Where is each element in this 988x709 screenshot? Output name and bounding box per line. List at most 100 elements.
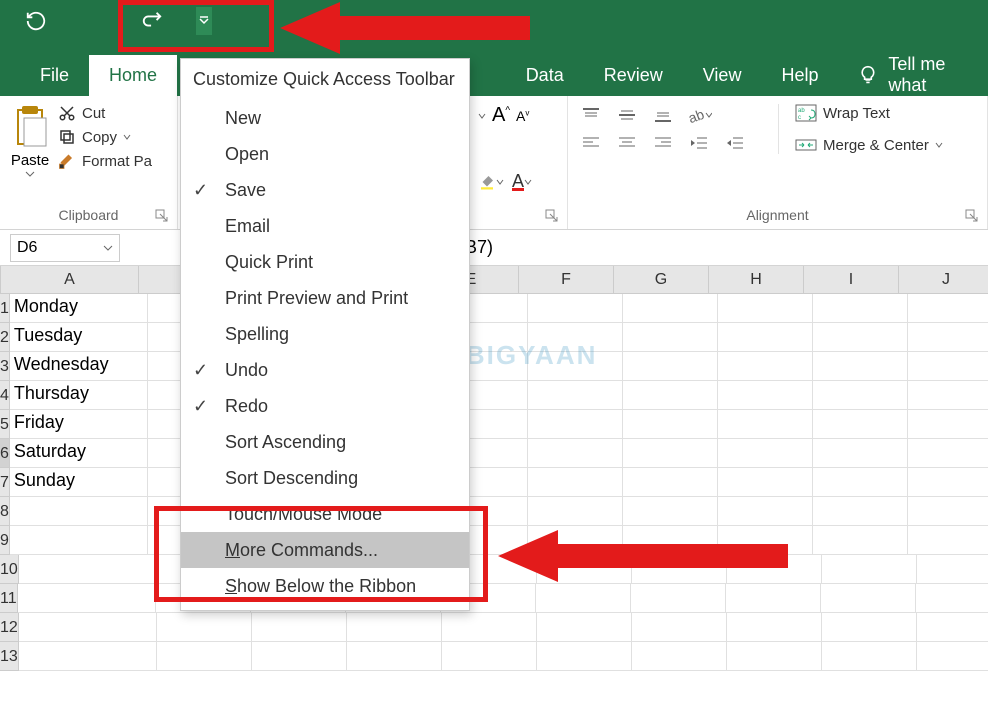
- dialog-launcher-icon[interactable]: [965, 209, 979, 223]
- name-box[interactable]: D6: [10, 234, 120, 262]
- tab-help[interactable]: Help: [761, 55, 838, 96]
- format-painter-button[interactable]: Format Pa: [58, 152, 152, 170]
- menu-item[interactable]: Open: [181, 136, 469, 172]
- cell[interactable]: [813, 439, 908, 468]
- row-header[interactable]: 4: [0, 381, 10, 410]
- menu-item[interactable]: New: [181, 100, 469, 136]
- cell[interactable]: [623, 468, 718, 497]
- menu-item[interactable]: Sort Descending: [181, 460, 469, 496]
- cell[interactable]: [908, 352, 988, 381]
- cell[interactable]: [718, 294, 813, 323]
- merge-center-button[interactable]: Merge & Center: [795, 136, 943, 154]
- cell[interactable]: [528, 410, 623, 439]
- cell[interactable]: [908, 381, 988, 410]
- cell[interactable]: Sunday: [10, 468, 148, 497]
- tab-data[interactable]: Data: [506, 55, 584, 96]
- cell[interactable]: [813, 381, 908, 410]
- cell[interactable]: [917, 642, 988, 671]
- cell[interactable]: [157, 642, 252, 671]
- cell[interactable]: [917, 555, 988, 584]
- row-header[interactable]: 1: [0, 294, 10, 323]
- cell[interactable]: [528, 497, 623, 526]
- dialog-launcher-icon[interactable]: [545, 209, 559, 223]
- cell[interactable]: [19, 555, 157, 584]
- decrease-indent-button[interactable]: [686, 132, 712, 154]
- row-header[interactable]: 9: [0, 526, 10, 555]
- cell[interactable]: [718, 381, 813, 410]
- cell[interactable]: [623, 497, 718, 526]
- row-header[interactable]: 10: [0, 555, 19, 584]
- cell[interactable]: [727, 642, 822, 671]
- tab-review[interactable]: Review: [584, 55, 683, 96]
- menu-item[interactable]: Sort Ascending: [181, 424, 469, 460]
- cut-button[interactable]: Cut: [58, 104, 152, 122]
- cell[interactable]: [18, 584, 156, 613]
- cell[interactable]: [19, 642, 157, 671]
- cell[interactable]: [908, 323, 988, 352]
- copy-button[interactable]: Copy: [58, 128, 152, 146]
- menu-item[interactable]: Quick Print: [181, 244, 469, 280]
- cell[interactable]: [917, 613, 988, 642]
- menu-item[interactable]: Print Preview and Print: [181, 280, 469, 316]
- increase-indent-button[interactable]: [722, 132, 748, 154]
- row-header[interactable]: 11: [0, 584, 18, 613]
- cell[interactable]: [632, 555, 727, 584]
- cell[interactable]: [528, 323, 623, 352]
- cell[interactable]: [908, 526, 988, 555]
- wrap-text-button[interactable]: abc Wrap Text: [795, 104, 943, 122]
- cell[interactable]: [528, 381, 623, 410]
- cell[interactable]: [252, 642, 347, 671]
- column-header[interactable]: G: [614, 266, 709, 293]
- column-header[interactable]: A: [1, 266, 139, 293]
- chevron-down-icon[interactable]: [103, 245, 113, 251]
- menu-item[interactable]: Show Below the Ribbon: [181, 568, 469, 604]
- dialog-launcher-icon[interactable]: [155, 209, 169, 223]
- cell[interactable]: [718, 323, 813, 352]
- cell[interactable]: [908, 410, 988, 439]
- cell[interactable]: [623, 410, 718, 439]
- menu-item[interactable]: ✓Undo: [181, 352, 469, 388]
- cell[interactable]: [157, 613, 252, 642]
- cell[interactable]: [537, 613, 632, 642]
- cell[interactable]: [631, 584, 726, 613]
- cell[interactable]: [718, 497, 813, 526]
- row-header[interactable]: 3: [0, 352, 10, 381]
- cell[interactable]: [536, 584, 631, 613]
- cell[interactable]: [727, 613, 822, 642]
- align-top-button[interactable]: [578, 104, 604, 126]
- cell[interactable]: [822, 642, 917, 671]
- cell[interactable]: [623, 352, 718, 381]
- refresh-icon[interactable]: [24, 9, 48, 33]
- cell[interactable]: [347, 642, 442, 671]
- column-header[interactable]: J: [899, 266, 988, 293]
- row-header[interactable]: 5: [0, 410, 10, 439]
- cell[interactable]: [537, 555, 632, 584]
- cell[interactable]: [822, 613, 917, 642]
- row-header[interactable]: 6: [0, 439, 10, 468]
- font-color-button[interactable]: A: [512, 174, 532, 191]
- cell[interactable]: [528, 468, 623, 497]
- cell[interactable]: Monday: [10, 294, 148, 323]
- cell[interactable]: [632, 642, 727, 671]
- cell[interactable]: [813, 352, 908, 381]
- cell[interactable]: [908, 468, 988, 497]
- cell[interactable]: [537, 642, 632, 671]
- row-header[interactable]: 7: [0, 468, 10, 497]
- cell[interactable]: [718, 352, 813, 381]
- cell[interactable]: Wednesday: [10, 352, 148, 381]
- cell[interactable]: [718, 468, 813, 497]
- row-header[interactable]: 8: [0, 497, 10, 526]
- cell[interactable]: [908, 497, 988, 526]
- cell[interactable]: [623, 526, 718, 555]
- cell[interactable]: [813, 468, 908, 497]
- cell[interactable]: [442, 613, 537, 642]
- cell[interactable]: [623, 381, 718, 410]
- cell[interactable]: [528, 526, 623, 555]
- cell[interactable]: [718, 526, 813, 555]
- row-header[interactable]: 12: [0, 613, 19, 642]
- tab-home[interactable]: Home: [89, 55, 177, 96]
- cell[interactable]: [442, 642, 537, 671]
- menu-item[interactable]: Touch/Mouse Mode: [181, 496, 469, 532]
- align-middle-button[interactable]: [614, 104, 640, 126]
- cell[interactable]: [19, 613, 157, 642]
